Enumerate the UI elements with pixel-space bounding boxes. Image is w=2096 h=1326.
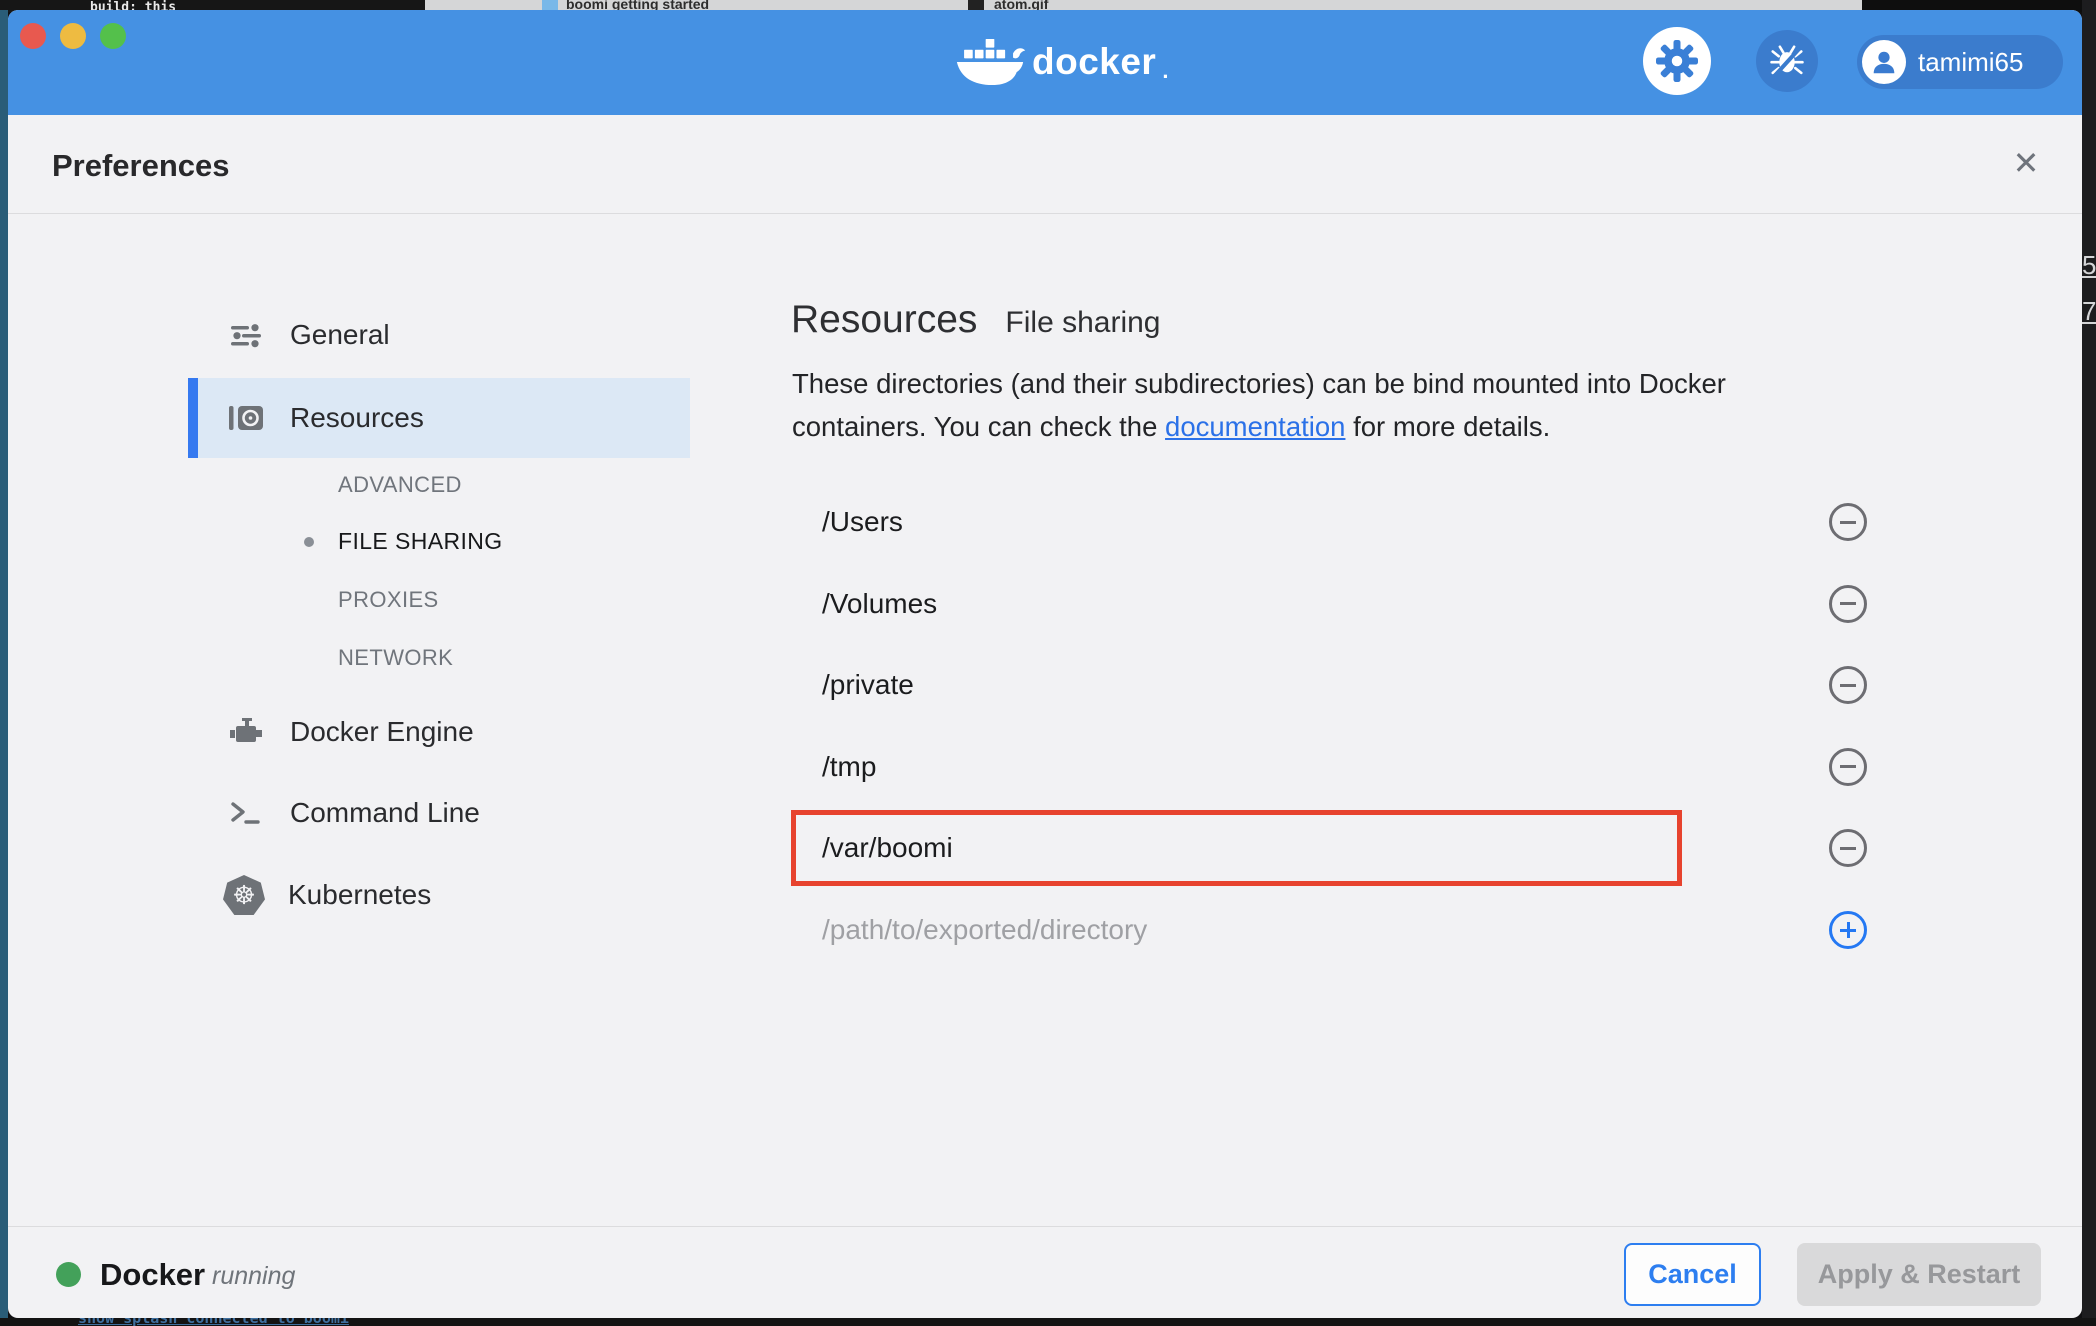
section-subtitle: File sharing: [1005, 306, 1160, 340]
kubernetes-icon: ☸: [222, 875, 266, 915]
section-heading: Resources File sharing: [791, 298, 1161, 342]
directory-path: /Users: [822, 506, 903, 538]
sidebar-item-label: Resources: [290, 402, 424, 434]
sidebar-item-label: Command Line: [290, 797, 480, 829]
subnav-label: PROXIES: [338, 587, 439, 612]
background-number-fragment: 51: [2082, 250, 2096, 281]
settings-button[interactable]: [1643, 27, 1711, 95]
directory-path: /var/boomi: [822, 832, 953, 864]
section-title: Resources: [791, 298, 977, 342]
docker-whale-icon: [954, 34, 1026, 90]
engine-icon: [224, 717, 268, 747]
remove-directory-icon[interactable]: [1829, 748, 1867, 786]
cancel-button[interactable]: Cancel: [1624, 1243, 1761, 1306]
directory-row: /Users: [784, 482, 1904, 562]
status-dot-icon: [56, 1262, 81, 1287]
remove-directory-icon[interactable]: [1829, 503, 1867, 541]
sidebar-item-label: General: [290, 319, 390, 351]
directory-path: /Volumes: [822, 588, 937, 620]
add-directory-row[interactable]: /path/to/exported/directory: [784, 890, 1904, 970]
section-description: These directories (and their subdirector…: [792, 362, 1837, 449]
remove-directory-icon[interactable]: [1829, 666, 1867, 704]
directory-path: /private: [822, 669, 914, 701]
terminal-icon: [224, 799, 268, 827]
active-accent-bar: [188, 378, 198, 458]
add-directory-icon[interactable]: [1829, 911, 1867, 949]
sidebar-item-command-line[interactable]: Command Line: [224, 785, 644, 841]
username-label: tamimi65: [1918, 47, 2023, 78]
directory-row: /var/boomi: [784, 808, 1904, 888]
docker-logo: docker .: [954, 32, 1169, 92]
remove-directory-icon[interactable]: [1829, 585, 1867, 623]
file-sharing-list: /Users/Volumes/private/tmp/var/boomi/pat…: [784, 482, 1904, 1012]
footer-divider: [8, 1226, 2082, 1227]
sidebar-subitem-proxies[interactable]: PROXIES: [338, 587, 439, 613]
avatar: [1862, 40, 1906, 84]
sidebar-item-kubernetes[interactable]: ☸ Kubernetes: [222, 867, 642, 923]
close-icon[interactable]: ✕: [2004, 141, 2048, 185]
app-status-name: Docker: [100, 1257, 205, 1293]
remove-directory-icon[interactable]: [1829, 829, 1867, 867]
page-title: Preferences: [52, 148, 230, 184]
directory-row: /private: [784, 645, 1904, 725]
user-account-button[interactable]: tamimi65: [1857, 35, 2063, 89]
docker-preferences-window: docker .: [8, 10, 2082, 1318]
sidebar-subitem-advanced[interactable]: ADVANCED: [338, 472, 462, 498]
docker-wordmark-period: .: [1162, 58, 1169, 92]
subnav-label: ADVANCED: [338, 472, 462, 497]
app-header: docker .: [8, 10, 2082, 115]
sidebar-item-label: Kubernetes: [288, 879, 431, 911]
apply-restart-button[interactable]: Apply & Restart: [1797, 1243, 2041, 1306]
resources-icon: [224, 403, 268, 433]
sidebar-subitem-network[interactable]: NETWORK: [338, 645, 453, 671]
macos-close-light[interactable]: [20, 23, 46, 49]
sidebar-subitem-file-sharing[interactable]: FILE SHARING: [304, 528, 503, 555]
sidebar-item-docker-engine[interactable]: Docker Engine: [224, 704, 644, 760]
background-bottom-edge: show splash connected to boomi: [0, 1318, 2096, 1326]
active-bullet-icon: [304, 537, 314, 547]
directory-row: /Volumes: [784, 564, 1904, 644]
subnav-label: NETWORK: [338, 645, 453, 670]
person-icon: [1869, 47, 1899, 77]
description-text: for more details.: [1345, 411, 1550, 442]
sidebar-item-label: Docker Engine: [290, 716, 474, 748]
docker-wordmark: docker: [1032, 41, 1156, 83]
gear-icon: [1656, 40, 1698, 82]
macos-minimize-light[interactable]: [60, 23, 86, 49]
documentation-link[interactable]: documentation: [1165, 411, 1345, 442]
directory-row: /tmp: [784, 727, 1904, 807]
bug-icon: [1768, 42, 1806, 80]
directory-path-input[interactable]: /path/to/exported/directory: [822, 914, 1147, 946]
troubleshoot-button[interactable]: [1756, 30, 1818, 92]
background-text-fragment: show splash connected to boomi: [78, 1318, 349, 1326]
background-number-fragment: 72: [2082, 296, 2096, 327]
macos-zoom-light[interactable]: [100, 23, 126, 49]
preferences-titlebar: Preferences ✕: [8, 115, 2082, 214]
background-right-edge: 51 72: [2082, 0, 2096, 1326]
directory-path: /tmp: [822, 751, 876, 783]
app-status-value: running: [212, 1262, 295, 1291]
background-left-edge: [0, 10, 8, 1318]
subnav-label: FILE SHARING: [338, 528, 503, 555]
sliders-icon: [224, 321, 268, 349]
sidebar-item-resources-row[interactable]: Resources: [224, 390, 644, 446]
sidebar-item-general[interactable]: General: [224, 307, 644, 363]
